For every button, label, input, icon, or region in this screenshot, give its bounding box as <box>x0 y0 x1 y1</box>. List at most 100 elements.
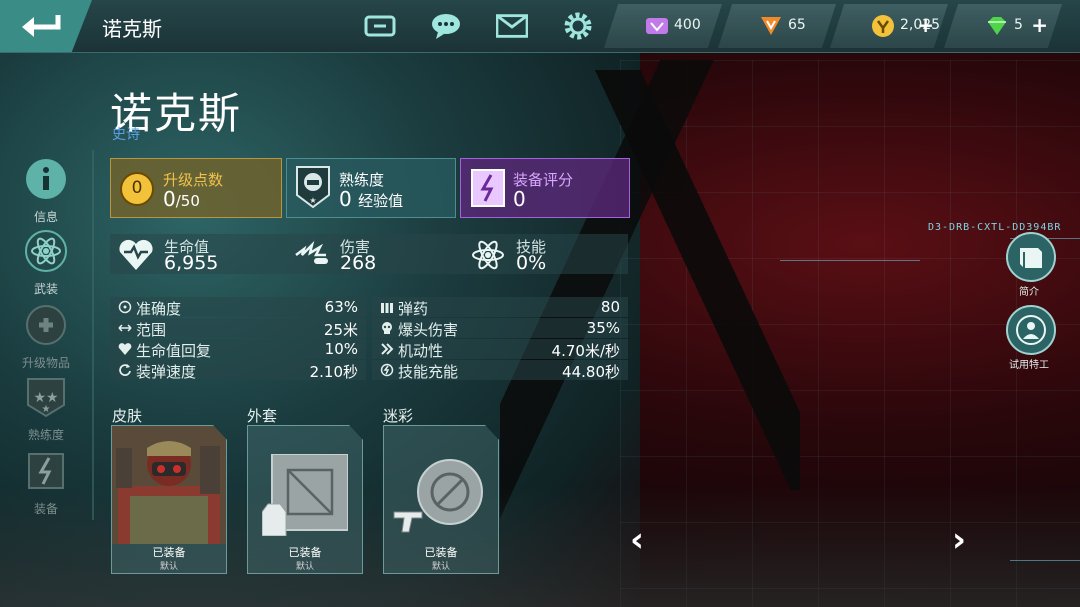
sidebar-item-upgrade-items[interactable]: 升级物品 <box>0 304 92 371</box>
currency-alliance-token[interactable]: 65 <box>718 4 836 48</box>
upgrade-points-value: 0 <box>163 187 176 211</box>
jacket-default: 默认 <box>295 562 314 572</box>
currency-vip-token[interactable]: 400 <box>604 4 722 48</box>
upgrade-badge-value: 0 <box>131 178 143 198</box>
stat-row-reload: 装弹速度 2.10秒 <box>110 360 366 381</box>
damage-value: 268 <box>340 252 377 274</box>
back-arrow-icon <box>22 15 61 37</box>
stat-value: 44.80秒 <box>562 363 620 381</box>
back-button[interactable] <box>0 0 92 52</box>
heart-regen-icon <box>118 343 132 355</box>
stat-label: 范围 <box>136 321 167 339</box>
alliance-token-icon <box>761 17 781 35</box>
settings-gear-icon[interactable] <box>562 10 594 42</box>
stat-value: 35% <box>586 319 620 337</box>
trial-agent-button[interactable] <box>1006 305 1056 355</box>
stat-row-skill-charge: 技能充能 44.80秒 <box>372 360 628 381</box>
book-icon <box>1020 248 1042 268</box>
sidebar-item-label: 武装 <box>33 282 58 296</box>
mobility-chevrons-icon <box>381 343 394 355</box>
stat-row-range: 范围 25米 <box>110 318 366 339</box>
hero-intro-label: 简介 <box>1019 287 1039 298</box>
gear-score-value: 0 <box>513 187 526 211</box>
stat-row-mobility: 机动性 4.70米/秒 <box>372 339 628 360</box>
main-stats-bar: 生命值 6,955 伤害 268 技能 0% <box>110 234 628 274</box>
page-title: 诺克斯 <box>102 17 162 41</box>
next-hero-chevron-right-icon[interactable]: › <box>952 520 982 560</box>
info-icon <box>26 159 66 199</box>
trial-agent-label: 试用特工 <box>1009 360 1049 371</box>
stat-value: 63% <box>324 298 358 316</box>
sidebar-item-label: 熟练度 <box>27 428 64 442</box>
camo-slot[interactable]: 已装备 默认 <box>383 425 499 574</box>
vip-token-value: 400 <box>674 17 701 33</box>
mail-icon[interactable] <box>496 10 528 42</box>
jacket-slot[interactable]: 已装备 默认 <box>247 425 363 574</box>
sidebar-item-mastery[interactable]: ★★ ★ 熟练度 <box>0 376 92 443</box>
top-bar: 诺克斯 400 65 2,025 + 5 + <box>0 0 1080 53</box>
gear-score-icon <box>471 169 505 207</box>
skin-slot[interactable]: 已装备 默认 <box>111 425 227 574</box>
mastery-card[interactable]: ★ 熟练度 0 经验值 <box>286 158 456 218</box>
ammo-icon <box>381 303 393 313</box>
sidebar-item-label: 升级物品 <box>21 356 70 370</box>
stat-label: 机动性 <box>398 342 444 360</box>
mastery-value: 0 <box>339 187 352 211</box>
stat-value: 25米 <box>323 321 358 339</box>
gold-coin-icon <box>872 15 894 37</box>
background-v-stripe-2 <box>540 70 800 490</box>
stat-label: 爆头伤害 <box>398 321 459 339</box>
equipment-icon <box>28 453 64 489</box>
sidebar-item-equipment[interactable]: 装备 <box>0 450 92 517</box>
sidebar-item-info[interactable]: 信息 <box>0 158 92 225</box>
stat-value: 2.10秒 <box>309 363 358 381</box>
stat-label: 准确度 <box>136 300 182 318</box>
alliance-token-value: 65 <box>788 17 806 33</box>
diamond-icon <box>988 17 1006 35</box>
gameloft-icon[interactable] <box>364 10 396 42</box>
crosshair-icon <box>118 300 132 314</box>
sidebar-divider <box>92 150 94 520</box>
stat-row-health-regen: 生命值回复 10% <box>110 339 366 360</box>
camo-empty-icon <box>393 459 483 533</box>
stat-row-accuracy: 准确度 63% <box>110 297 366 318</box>
reload-icon <box>119 364 131 376</box>
stat-skill: 技能 0% <box>462 234 628 274</box>
add-gold-button[interactable]: + <box>917 13 934 37</box>
jacket-empty-icon <box>262 454 348 536</box>
mastery-badge-icon: ★ <box>296 166 330 209</box>
currency-diamond[interactable]: 5 + <box>944 4 1062 48</box>
add-diamond-button[interactable]: + <box>1031 13 1048 37</box>
target-person-icon <box>1016 315 1046 345</box>
camo-default: 默认 <box>431 562 450 572</box>
atom-icon <box>25 230 67 272</box>
previous-hero-chevron-left-icon[interactable]: ‹ <box>630 520 660 560</box>
svg-text:★: ★ <box>309 196 316 205</box>
gear-score-card[interactable]: 装备评分 0 <box>460 158 630 218</box>
sidebar-item-label: 信息 <box>33 210 58 224</box>
skin-slot-title: 皮肤 <box>112 407 143 425</box>
diamond-value: 5 <box>1014 17 1023 33</box>
stat-label: 弹药 <box>398 300 429 318</box>
hero-skin-portrait <box>112 426 226 544</box>
chat-icon[interactable] <box>430 10 462 42</box>
stat-row-headshot: 爆头伤害 35% <box>372 318 628 339</box>
currency-gold[interactable]: 2,025 + <box>830 4 948 48</box>
camo-slot-title: 迷彩 <box>383 407 414 425</box>
stat-row-ammo: 弹药 80 <box>372 297 628 318</box>
stat-value: 4.70米/秒 <box>551 342 620 360</box>
upgrade-points-card[interactable]: 0 升级点数 0/50 <box>110 158 282 218</box>
jacket-status: 已装备 <box>288 546 322 559</box>
skull-icon <box>382 322 392 334</box>
stars-icon: ★★★ <box>27 378 65 418</box>
hero-rarity: 史诗 <box>112 127 140 143</box>
hero-intro-button[interactable] <box>1006 232 1056 282</box>
holo-code-text: D3-DRB-CXTL-DD394BR <box>928 222 1062 233</box>
health-heart-icon <box>119 239 153 270</box>
skill-atom-icon <box>472 240 504 270</box>
jacket-slot-title: 外套 <box>247 407 278 425</box>
health-value: 6,955 <box>164 252 219 274</box>
sidebar-item-armament[interactable]: 武装 <box>0 230 92 297</box>
skin-status: 已装备 <box>152 546 186 559</box>
damage-bullet-icon <box>295 240 328 264</box>
